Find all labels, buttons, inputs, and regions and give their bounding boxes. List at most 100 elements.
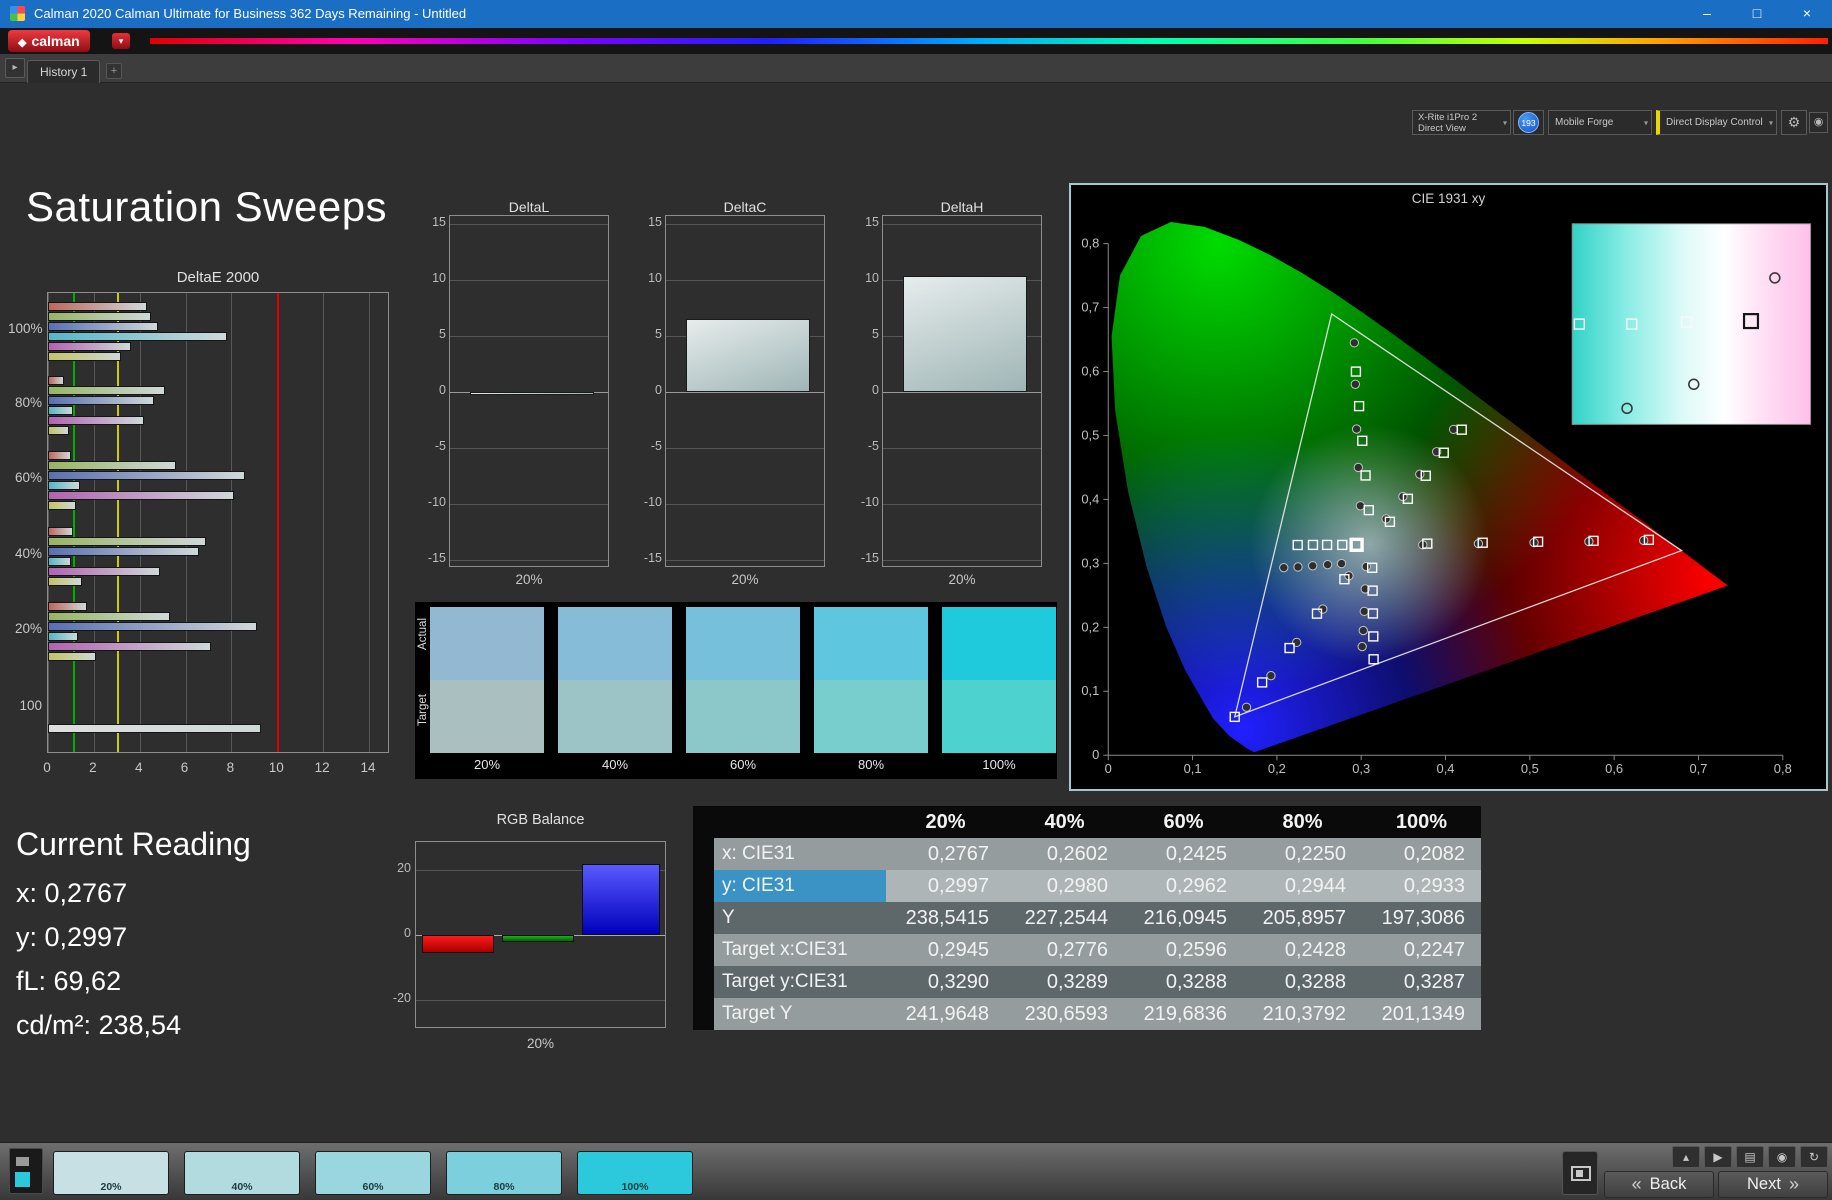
page-title: Saturation Sweeps — [26, 183, 388, 230]
title-bar: Calman 2020 Calman Ultimate for Business… — [0, 0, 1832, 28]
deltaE-bar-cyan — [48, 631, 78, 641]
deltaC-chart-title: DeltaC — [723, 199, 767, 215]
swatch-column: 80% — [814, 607, 928, 775]
deltaH-chart: DeltaH 20% 15 10 5 0 -5 -10 -15 — [857, 198, 1057, 598]
gridline — [231, 293, 233, 752]
settings-gear-button[interactable]: ⚙ — [1781, 110, 1807, 135]
deltaE-bar-red — [48, 526, 74, 536]
meter-dropdown[interactable]: X-Rite i1Pro 2 Direct View ▾ — [1412, 110, 1511, 135]
table-header: 40% — [1005, 806, 1124, 838]
tab-history-1[interactable]: History 1 — [27, 60, 101, 83]
deltaL-chart-title: DeltaL — [508, 199, 550, 215]
actual-swatch — [430, 607, 544, 680]
table-cell: 197,3086 — [1362, 902, 1481, 934]
add-tab-button[interactable]: + — [106, 63, 122, 79]
deltaE-x-tick: 6 — [180, 760, 189, 775]
cie-measured-point — [1266, 670, 1276, 681]
print-button[interactable]: ▤ — [1736, 1146, 1764, 1168]
deltaE-bar-yellow — [48, 500, 76, 510]
deltaC-y-tick: 5 — [655, 327, 662, 341]
gridline — [883, 560, 1041, 561]
deltaH-y-tick: 10 — [865, 271, 879, 285]
table-cell: 0,2980 — [1005, 870, 1124, 902]
table-cell: 0,2997 — [886, 870, 1005, 902]
actual-swatch — [686, 607, 800, 680]
deltaC-x-label: 20% — [731, 572, 759, 587]
swatch-column: 20% — [430, 607, 544, 775]
table-strip — [693, 838, 714, 870]
table-cell: 230,6593 — [1005, 998, 1124, 1030]
actual-swatch — [942, 607, 1056, 680]
deltaE-x-tick: 2 — [89, 760, 97, 775]
cie-y-tick: 0,2 — [1081, 619, 1099, 634]
calman-logo-icon: ◆ — [18, 37, 27, 49]
close-button[interactable]: × — [1782, 0, 1832, 28]
cie-x-tick: 0,3 — [1352, 761, 1370, 776]
gridline — [666, 448, 824, 449]
record-button[interactable]: ◉ — [1768, 1146, 1796, 1168]
eject-button[interactable]: ▴ — [1672, 1146, 1700, 1168]
cie-y-tick: 0,8 — [1081, 236, 1099, 251]
current-reading-y: y: 0,2997 — [16, 922, 128, 952]
deltaE-group-label: 100% — [8, 321, 43, 336]
deltaH-y-tick: -15 — [860, 551, 879, 565]
deltaE-bar-magenta — [48, 415, 145, 425]
gridline — [666, 224, 824, 225]
source-dropdown[interactable]: Mobile Forge ▾ — [1548, 110, 1652, 135]
meter-dropdown-line2: Direct View — [1418, 123, 1466, 134]
swatch-column-label: 40% — [601, 757, 629, 772]
deltaE-bar-green — [48, 460, 177, 470]
deltaE-bar-blue — [48, 395, 154, 405]
table-cell: 201,1349 — [1362, 998, 1481, 1030]
deltaL-x-label: 20% — [515, 572, 543, 587]
deltaE-bar-green — [48, 385, 165, 395]
deltaE-bar-magenta — [48, 341, 131, 351]
panel-toggle-button[interactable]: ▸ — [5, 58, 25, 78]
table-cell: 0,2247 — [1362, 934, 1481, 966]
table-row-label: Y — [714, 902, 886, 934]
gridline — [450, 560, 608, 561]
deltaE-bar-cyan — [48, 480, 81, 490]
table-row-label: y: CIE31 — [714, 870, 886, 902]
tab-bar: ▸ History 1 + X-Rite i1Pro 2 Direct View… — [0, 54, 1832, 135]
deltaE-2000-chart: DeltaE 2000 0 2 4 6 8 10 12 14 100% 80% 60% 40% 20% 1… — [8, 266, 400, 790]
table-cell: 0,3288 — [1243, 966, 1362, 998]
cie-measured-point — [1381, 514, 1391, 524]
play-button[interactable]: ▶ — [1704, 1146, 1732, 1168]
deltaE-bar-green — [48, 611, 170, 621]
measurement-table: 20% 40% 60% 80% 100% x: CIE31 0,2767 0,2602 0,24… — [693, 806, 1481, 1030]
table-cell: 205,8957 — [1243, 902, 1362, 934]
deltaH-chart-title: DeltaH — [940, 199, 984, 215]
minimize-button[interactable]: – — [1682, 0, 1732, 28]
meter-count-badge[interactable]: 193 — [1513, 110, 1544, 135]
back-button[interactable]: « Back — [1604, 1171, 1714, 1198]
cie-measured-point — [1359, 606, 1369, 617]
deltaE-bar-blue — [48, 321, 159, 331]
swatch-column-label: 80% — [857, 757, 885, 772]
cie-x-tick: 0,6 — [1605, 761, 1623, 776]
maximize-button[interactable]: □ — [1732, 0, 1782, 28]
table-header: 100% — [1362, 806, 1481, 838]
table-strip — [693, 870, 714, 902]
logo-menu-button[interactable]: ▾ — [112, 33, 130, 49]
cie-measured-point — [1351, 424, 1362, 434]
next-button[interactable]: Next » — [1718, 1171, 1828, 1198]
deltaH-plot-area — [882, 215, 1042, 567]
table-cell: 0,3287 — [1362, 966, 1481, 998]
cie-y-tick: 0,1 — [1081, 683, 1099, 698]
swatch-column-label: 60% — [729, 757, 757, 772]
cie-measured-point — [1293, 562, 1303, 572]
gridline — [450, 224, 608, 225]
deltaE-group-label: 100 — [19, 698, 42, 713]
deltaC-y-tick: 15 — [648, 215, 662, 229]
cie-measured-point — [1358, 625, 1368, 636]
display-control-dropdown[interactable]: Direct Display Control ▾ — [1656, 110, 1777, 135]
deltaH-y-tick: -10 — [860, 495, 879, 509]
status-button[interactable]: ◉ — [1809, 112, 1828, 133]
back-label: Back — [1649, 1175, 1687, 1193]
deltaL-y-tick: 0 — [439, 383, 446, 397]
table-strip — [693, 934, 714, 966]
sync-button[interactable]: ↻ — [1800, 1146, 1828, 1168]
calman-logo[interactable]: ◆ calman — [8, 30, 90, 52]
next-label: Next — [1747, 1175, 1781, 1193]
